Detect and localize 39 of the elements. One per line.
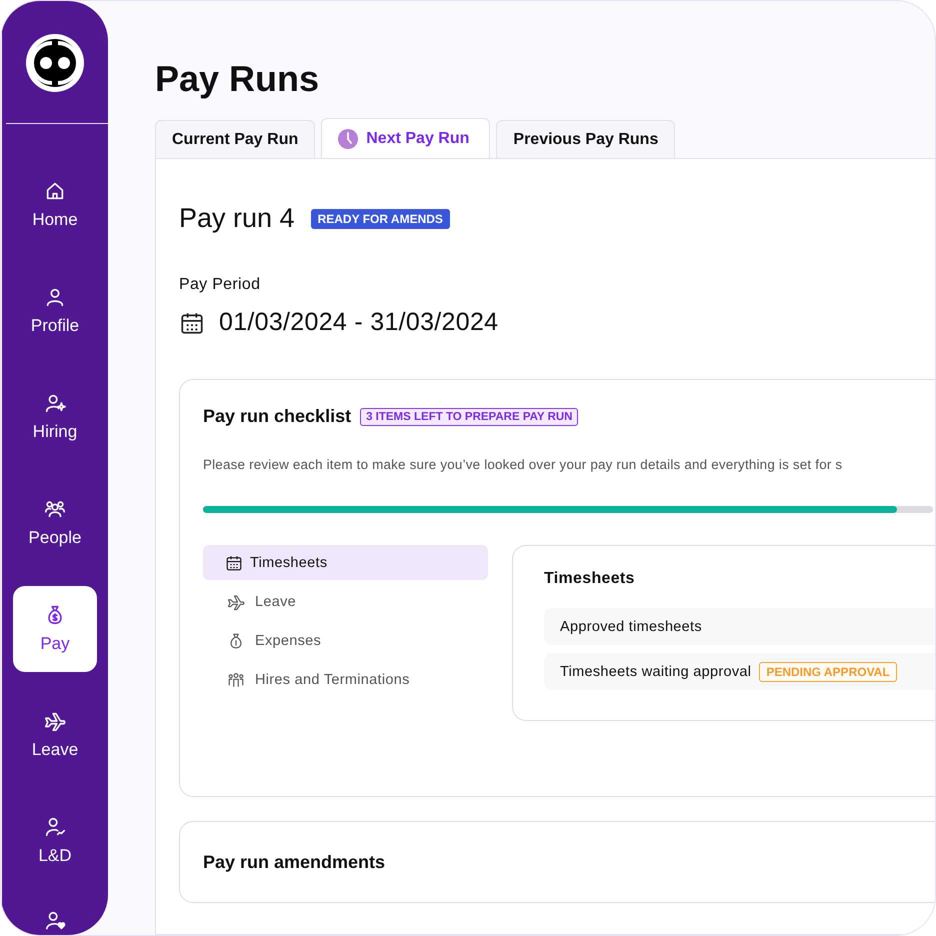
nav-item[interactable]: Home (13, 162, 97, 248)
checklist-item[interactable]: Hires and Terminations (203, 662, 488, 697)
status-badge: READY FOR AMENDS (310, 208, 450, 228)
user-heart-icon[interactable] (44, 910, 66, 932)
tab[interactable]: Next Pay Run (321, 118, 490, 158)
pay-period-dates: 01/03/2024 - 31/03/2024 (219, 308, 498, 337)
checklist-description: Please review each item to make sure you’ve looked over your pay run details and everything is set for s (203, 457, 844, 472)
timesheet-row[interactable]: Approved timesheets (544, 608, 935, 645)
tab[interactable]: Previous Pay Runs (496, 120, 676, 158)
nav-item[interactable]: Hiring (13, 374, 97, 460)
nav-item[interactable]: People (13, 480, 97, 566)
people-icon (227, 670, 245, 688)
calendar-icon (225, 554, 243, 572)
timesheet-row[interactable]: Timesheets waiting approval PENDING APPROVAL (544, 653, 935, 690)
plane-icon (44, 710, 66, 732)
checklist-item[interactable]: Expenses (203, 623, 488, 658)
amendments-title: Pay run amendments (203, 852, 386, 872)
logo-icon (25, 33, 85, 93)
row-label: Timesheets waiting approval (560, 664, 752, 680)
pending-badge: PENDING APPROVAL (759, 662, 897, 682)
user-icon (44, 286, 66, 308)
row-label: Approved timesheets (560, 618, 702, 634)
nav-item[interactable]: Leave (13, 692, 97, 778)
plane-icon (227, 592, 245, 610)
pay-period-label: Pay Period (179, 276, 262, 294)
items-left-badge: 3 ITEMS LEFT TO PREPARE PAY RUN (360, 408, 578, 426)
timesheets-title: Timesheets (544, 570, 636, 588)
nav-item[interactable]: Profile (13, 268, 97, 354)
checklist-title: Pay run checklist (203, 406, 352, 427)
home-icon (44, 180, 66, 202)
pay-run-title: Pay run 4 (179, 203, 295, 234)
user-sparkle-icon (44, 392, 66, 414)
clock-icon (338, 128, 358, 148)
nav-item[interactable]: Pay (13, 586, 97, 672)
checklist-item[interactable]: Leave (203, 584, 488, 619)
page-title: Pay Runs (155, 59, 320, 99)
nav-item[interactable]: L&D (13, 798, 97, 884)
checklist-item[interactable]: Timesheets (203, 545, 488, 580)
tab[interactable]: Current Pay Run (155, 120, 316, 158)
